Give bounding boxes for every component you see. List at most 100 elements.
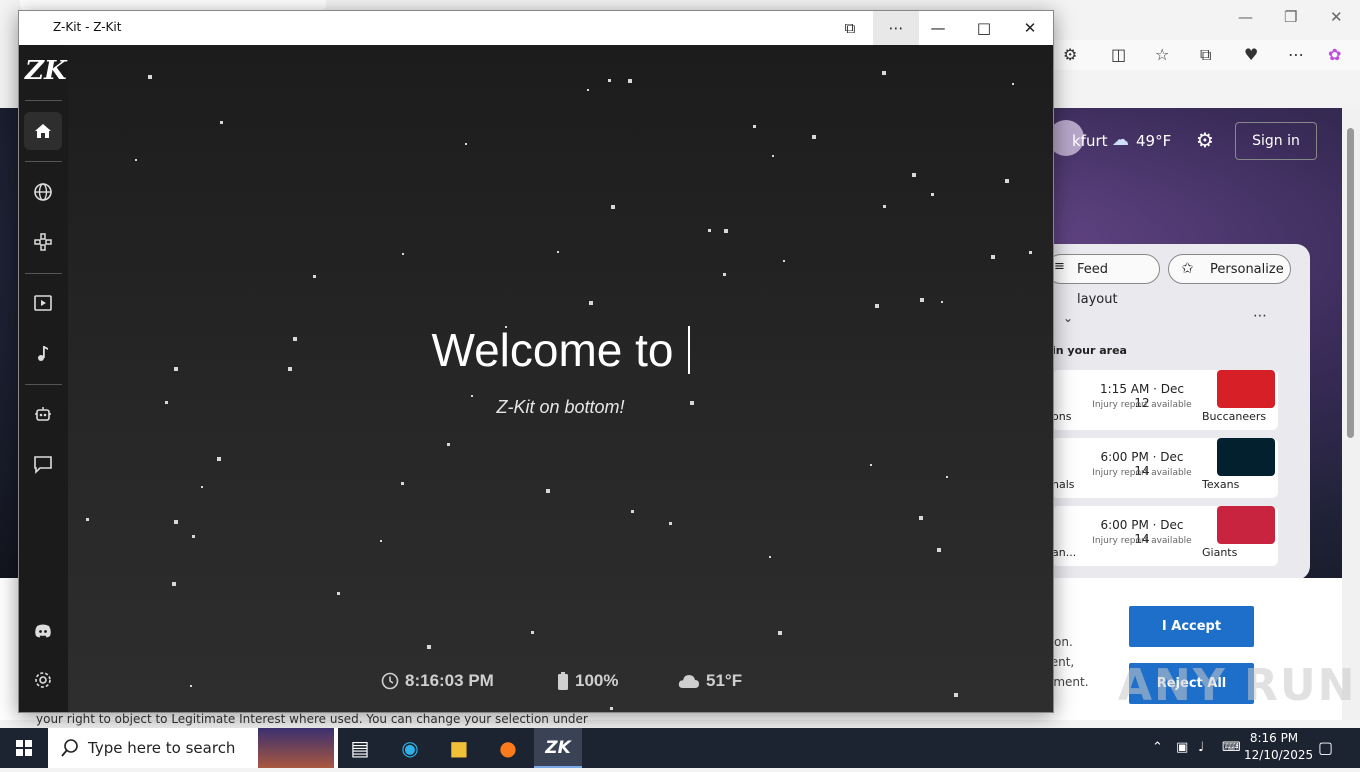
divider <box>25 384 62 385</box>
home-icon[interactable] <box>24 112 62 150</box>
snow-particle <box>1012 83 1014 85</box>
accept-button[interactable]: I Accept <box>1129 606 1254 647</box>
more-icon[interactable]: ⋯ <box>1288 45 1304 64</box>
zkit-titlebar[interactable]: Z-Kit - Z-Kit ⧉ ⋯ — □ ✕ <box>19 11 1053 45</box>
cast-icon[interactable]: ⧉ <box>827 11 873 45</box>
snow-particle <box>610 707 613 710</box>
scrollbar-thumb[interactable] <box>1347 128 1354 438</box>
snow-particle <box>628 79 632 83</box>
sign-in-button[interactable]: Sign in <box>1235 122 1317 160</box>
file-explorer-icon[interactable]: ■ <box>435 728 483 768</box>
snow-particle <box>174 520 178 524</box>
notifications-icon[interactable]: ▢ <box>1318 728 1333 768</box>
edge-minimize-icon[interactable]: — <box>1238 8 1253 26</box>
snow-particle <box>447 443 450 446</box>
copilot-icon[interactable]: ✿ <box>1328 45 1341 64</box>
snow-particle <box>587 89 589 91</box>
clock-time: 8:16 PM <box>1249 731 1299 745</box>
snow-particle <box>631 510 634 513</box>
start-button[interactable] <box>0 728 48 768</box>
left-team: an... <box>1052 546 1077 559</box>
more-options-icon[interactable]: ⋯ <box>873 11 919 45</box>
task-view-icon[interactable]: ▤ <box>336 728 384 768</box>
team-name: Buccaneers <box>1202 410 1267 423</box>
snow-particle <box>690 401 694 405</box>
snow-particle <box>708 229 711 232</box>
firefox-icon[interactable]: ● <box>484 728 532 768</box>
consent-bottom-text: your right to object to Legitimate Inter… <box>36 712 588 726</box>
browser-essentials-icon[interactable]: ♥ <box>1244 45 1258 64</box>
discord-icon[interactable] <box>24 612 62 650</box>
chevron-down-icon[interactable]: ⌄ <box>1063 311 1073 325</box>
snow-particle <box>86 518 89 521</box>
taskbar: Type here to search ▤ ◉ ■ ● ZK ⌃ ▣ ♩ ⌨ 8… <box>0 728 1360 768</box>
network-icon[interactable]: ▣ <box>1176 728 1188 768</box>
edge-close-icon[interactable]: ✕ <box>1330 8 1343 26</box>
zkit-sidebar: ZK <box>19 45 68 712</box>
snow-particle <box>954 693 958 697</box>
time-status: 8:16:03 PM <box>381 669 494 693</box>
watermark: ANY RUN <box>1118 660 1357 711</box>
taskbar-search[interactable]: Type here to search <box>48 728 338 768</box>
snow-particle <box>912 173 916 177</box>
snow-particle <box>531 631 534 634</box>
snow-particle <box>201 486 203 488</box>
snow-particle <box>946 476 948 478</box>
game-note: Injury report available <box>1092 536 1192 546</box>
snow-particle <box>337 592 340 595</box>
split-screen-icon[interactable]: ◫ <box>1111 45 1126 64</box>
cloud-icon: ☁ <box>1112 130 1129 150</box>
snow-particle <box>217 457 221 461</box>
snow-particle <box>920 298 924 302</box>
text-caret <box>687 326 690 374</box>
minimize-button[interactable]: — <box>915 11 961 45</box>
edge-scrollbar[interactable] <box>1342 108 1360 720</box>
settings-gear-icon[interactable]: ⚙ <box>1196 128 1214 152</box>
weather-status: 51°F <box>678 669 742 693</box>
battery-status: 100% <box>557 669 618 693</box>
team-name: Giants <box>1202 546 1238 559</box>
snow-particle <box>165 401 168 404</box>
welcome-heading: Welcome to <box>68 323 1053 377</box>
close-button[interactable]: ✕ <box>1007 11 1053 45</box>
collections-icon[interactable]: ⧉ <box>1200 45 1211 65</box>
favorites-icon[interactable]: ☆ <box>1155 45 1169 64</box>
search-highlight-image[interactable] <box>258 728 334 768</box>
game-card[interactable]: 6:00 PM · Dec 14 Injury report available… <box>1052 438 1278 498</box>
time-text: 8:16:03 PM <box>405 671 494 690</box>
maximize-button[interactable]: □ <box>961 11 1007 45</box>
zkit-app-icon[interactable]: ZK <box>534 728 582 768</box>
globe-icon[interactable] <box>24 173 62 211</box>
snow-particle <box>812 135 816 139</box>
game-card[interactable]: 6:00 PM · Dec 14 Injury report available… <box>1052 506 1278 566</box>
window-title: Z-Kit - Z-Kit <box>53 20 122 34</box>
chat-icon[interactable] <box>24 445 62 483</box>
snow-particle <box>313 275 316 278</box>
edge-app-icon[interactable]: ◉ <box>386 728 434 768</box>
card-more-icon[interactable]: ⋯ <box>1253 308 1267 324</box>
volume-icon[interactable]: ♩ <box>1198 728 1204 768</box>
snow-particle <box>471 395 473 397</box>
extensions-icon[interactable]: ⚙ <box>1063 45 1077 64</box>
snow-particle <box>753 125 756 128</box>
snow-particle <box>870 464 872 466</box>
music-icon[interactable] <box>24 334 62 372</box>
snow-particle <box>669 522 672 525</box>
taskbar-clock[interactable]: 8:16 PM 12/10/2025 <box>1244 730 1314 764</box>
battery-text: 100% <box>575 671 619 690</box>
settings-icon[interactable] <box>24 661 62 699</box>
snow-particle <box>941 301 943 303</box>
video-icon[interactable] <box>24 284 62 322</box>
snow-particle <box>937 548 941 552</box>
gamepad-icon[interactable] <box>24 223 62 261</box>
robot-icon[interactable] <box>24 395 62 433</box>
game-card[interactable]: 1:15 AM · Dec 12 Injury report available… <box>1052 370 1278 430</box>
keyboard-icon[interactable]: ⌨ <box>1222 728 1241 768</box>
snow-particle <box>505 326 507 328</box>
snow-particle <box>174 367 178 371</box>
tray-overflow-icon[interactable]: ⌃ <box>1152 728 1163 768</box>
edge-restore-icon[interactable]: ❐ <box>1284 8 1297 26</box>
clock-date: 12/10/2025 <box>1244 748 1314 762</box>
left-team: ons <box>1052 410 1072 423</box>
divider <box>25 273 62 274</box>
